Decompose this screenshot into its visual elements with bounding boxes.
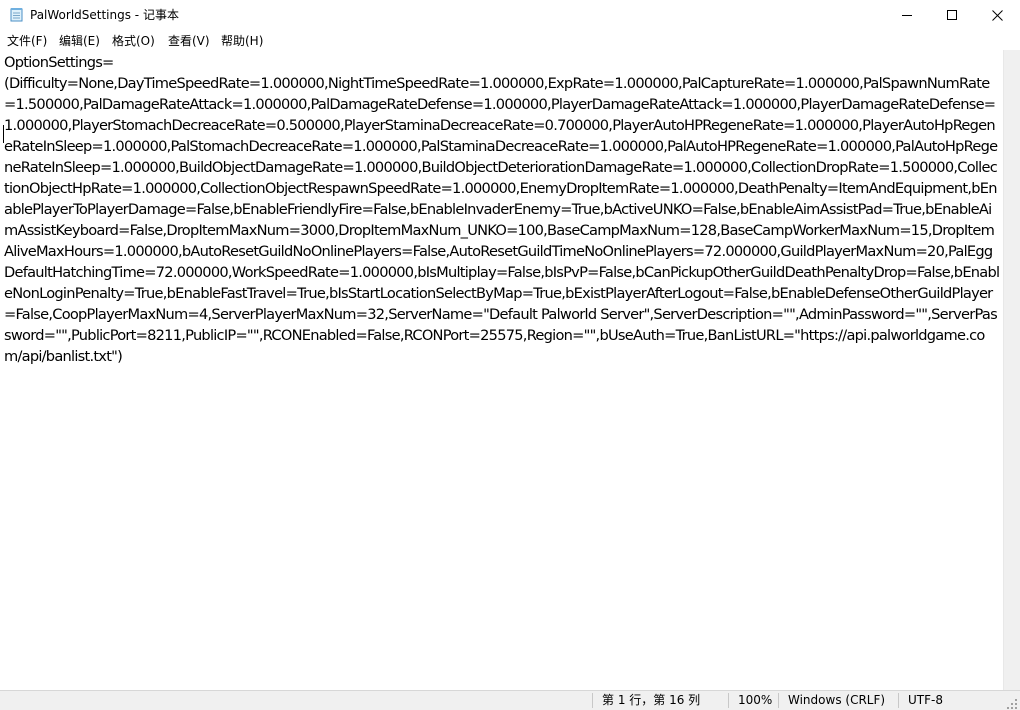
editor-content[interactable]: OptionSettings= (Difficulty=None,DayTime…	[4, 52, 1000, 367]
minimize-button[interactable]	[884, 0, 930, 30]
menu-format[interactable]: 格式(O)	[111, 32, 156, 49]
status-separator	[728, 693, 729, 708]
close-button[interactable]	[974, 0, 1020, 30]
title-bar[interactable]: PalWorldSettings - 记事本	[0, 0, 1020, 30]
status-zoom: 100%	[738, 693, 773, 707]
status-cursor-position: 第 1 行，第 16 列	[602, 693, 701, 707]
notepad-window: PalWorldSettings - 记事本 文件(F) 编辑(E) 格式(O)…	[0, 0, 1020, 710]
text-caret	[3, 125, 4, 143]
resize-grip-icon[interactable]	[1006, 695, 1018, 709]
minimize-icon	[902, 15, 912, 16]
menu-edit[interactable]: 编辑(E)	[58, 32, 101, 49]
status-bar: 第 1 行，第 16 列 100% Windows (CRLF) UTF-8	[0, 690, 1020, 710]
close-icon	[991, 9, 1003, 21]
text-editor[interactable]: OptionSettings= (Difficulty=None,DayTime…	[0, 50, 1003, 690]
status-separator	[592, 693, 593, 708]
menu-view[interactable]: 查看(V)	[167, 32, 211, 49]
menu-file[interactable]: 文件(F)	[6, 32, 48, 49]
status-encoding: UTF-8	[908, 693, 943, 707]
notepad-icon[interactable]	[9, 7, 24, 22]
status-separator	[778, 693, 779, 708]
status-line-ending: Windows (CRLF)	[788, 693, 886, 707]
menu-help[interactable]: 帮助(H)	[220, 32, 264, 49]
vertical-scrollbar[interactable]	[1003, 50, 1020, 690]
window-title: PalWorldSettings - 记事本	[30, 8, 179, 22]
menu-bar: 文件(F) 编辑(E) 格式(O) 查看(V) 帮助(H)	[0, 30, 1020, 50]
status-separator	[898, 693, 899, 708]
maximize-icon	[947, 10, 957, 20]
maximize-button[interactable]	[929, 0, 975, 30]
